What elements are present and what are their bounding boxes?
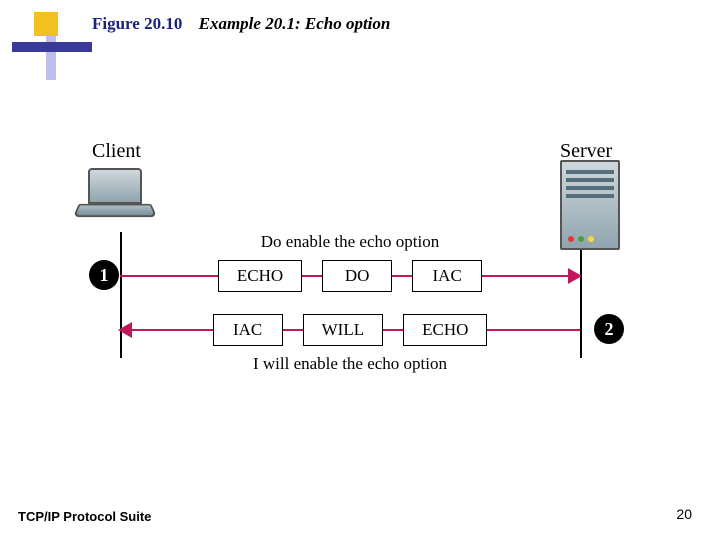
packet-cell: ECHO bbox=[403, 314, 487, 346]
packet-row-1: ECHO DO IAC bbox=[120, 258, 580, 294]
packet-cell: ECHO bbox=[218, 260, 302, 292]
step-badge-1: 1 bbox=[89, 260, 119, 290]
diagram: Client Server Do enable the echo option … bbox=[60, 120, 660, 400]
packet-cell: IAC bbox=[412, 260, 482, 292]
message-request-text: Do enable the echo option bbox=[120, 232, 580, 252]
server-lifeline bbox=[580, 250, 582, 358]
packet-cell: DO bbox=[322, 260, 392, 292]
packet-row-2: IAC WILL ECHO bbox=[120, 312, 580, 348]
packet-cell: IAC bbox=[213, 314, 283, 346]
footer-source: TCP/IP Protocol Suite bbox=[18, 509, 151, 524]
figure-title: Figure 20.10 Example 20.1: Echo option bbox=[92, 14, 390, 34]
step-badge-2: 2 bbox=[594, 314, 624, 344]
slide-decoration bbox=[12, 12, 97, 72]
client-icon bbox=[70, 168, 160, 228]
figure-number: Figure 20.10 bbox=[92, 14, 182, 33]
message-response-text: I will enable the echo option bbox=[120, 354, 580, 374]
page-number: 20 bbox=[676, 506, 692, 522]
client-label: Client bbox=[92, 140, 141, 163]
packet-cell: WILL bbox=[303, 314, 383, 346]
figure-subtitle: Example 20.1: Echo option bbox=[199, 14, 391, 33]
